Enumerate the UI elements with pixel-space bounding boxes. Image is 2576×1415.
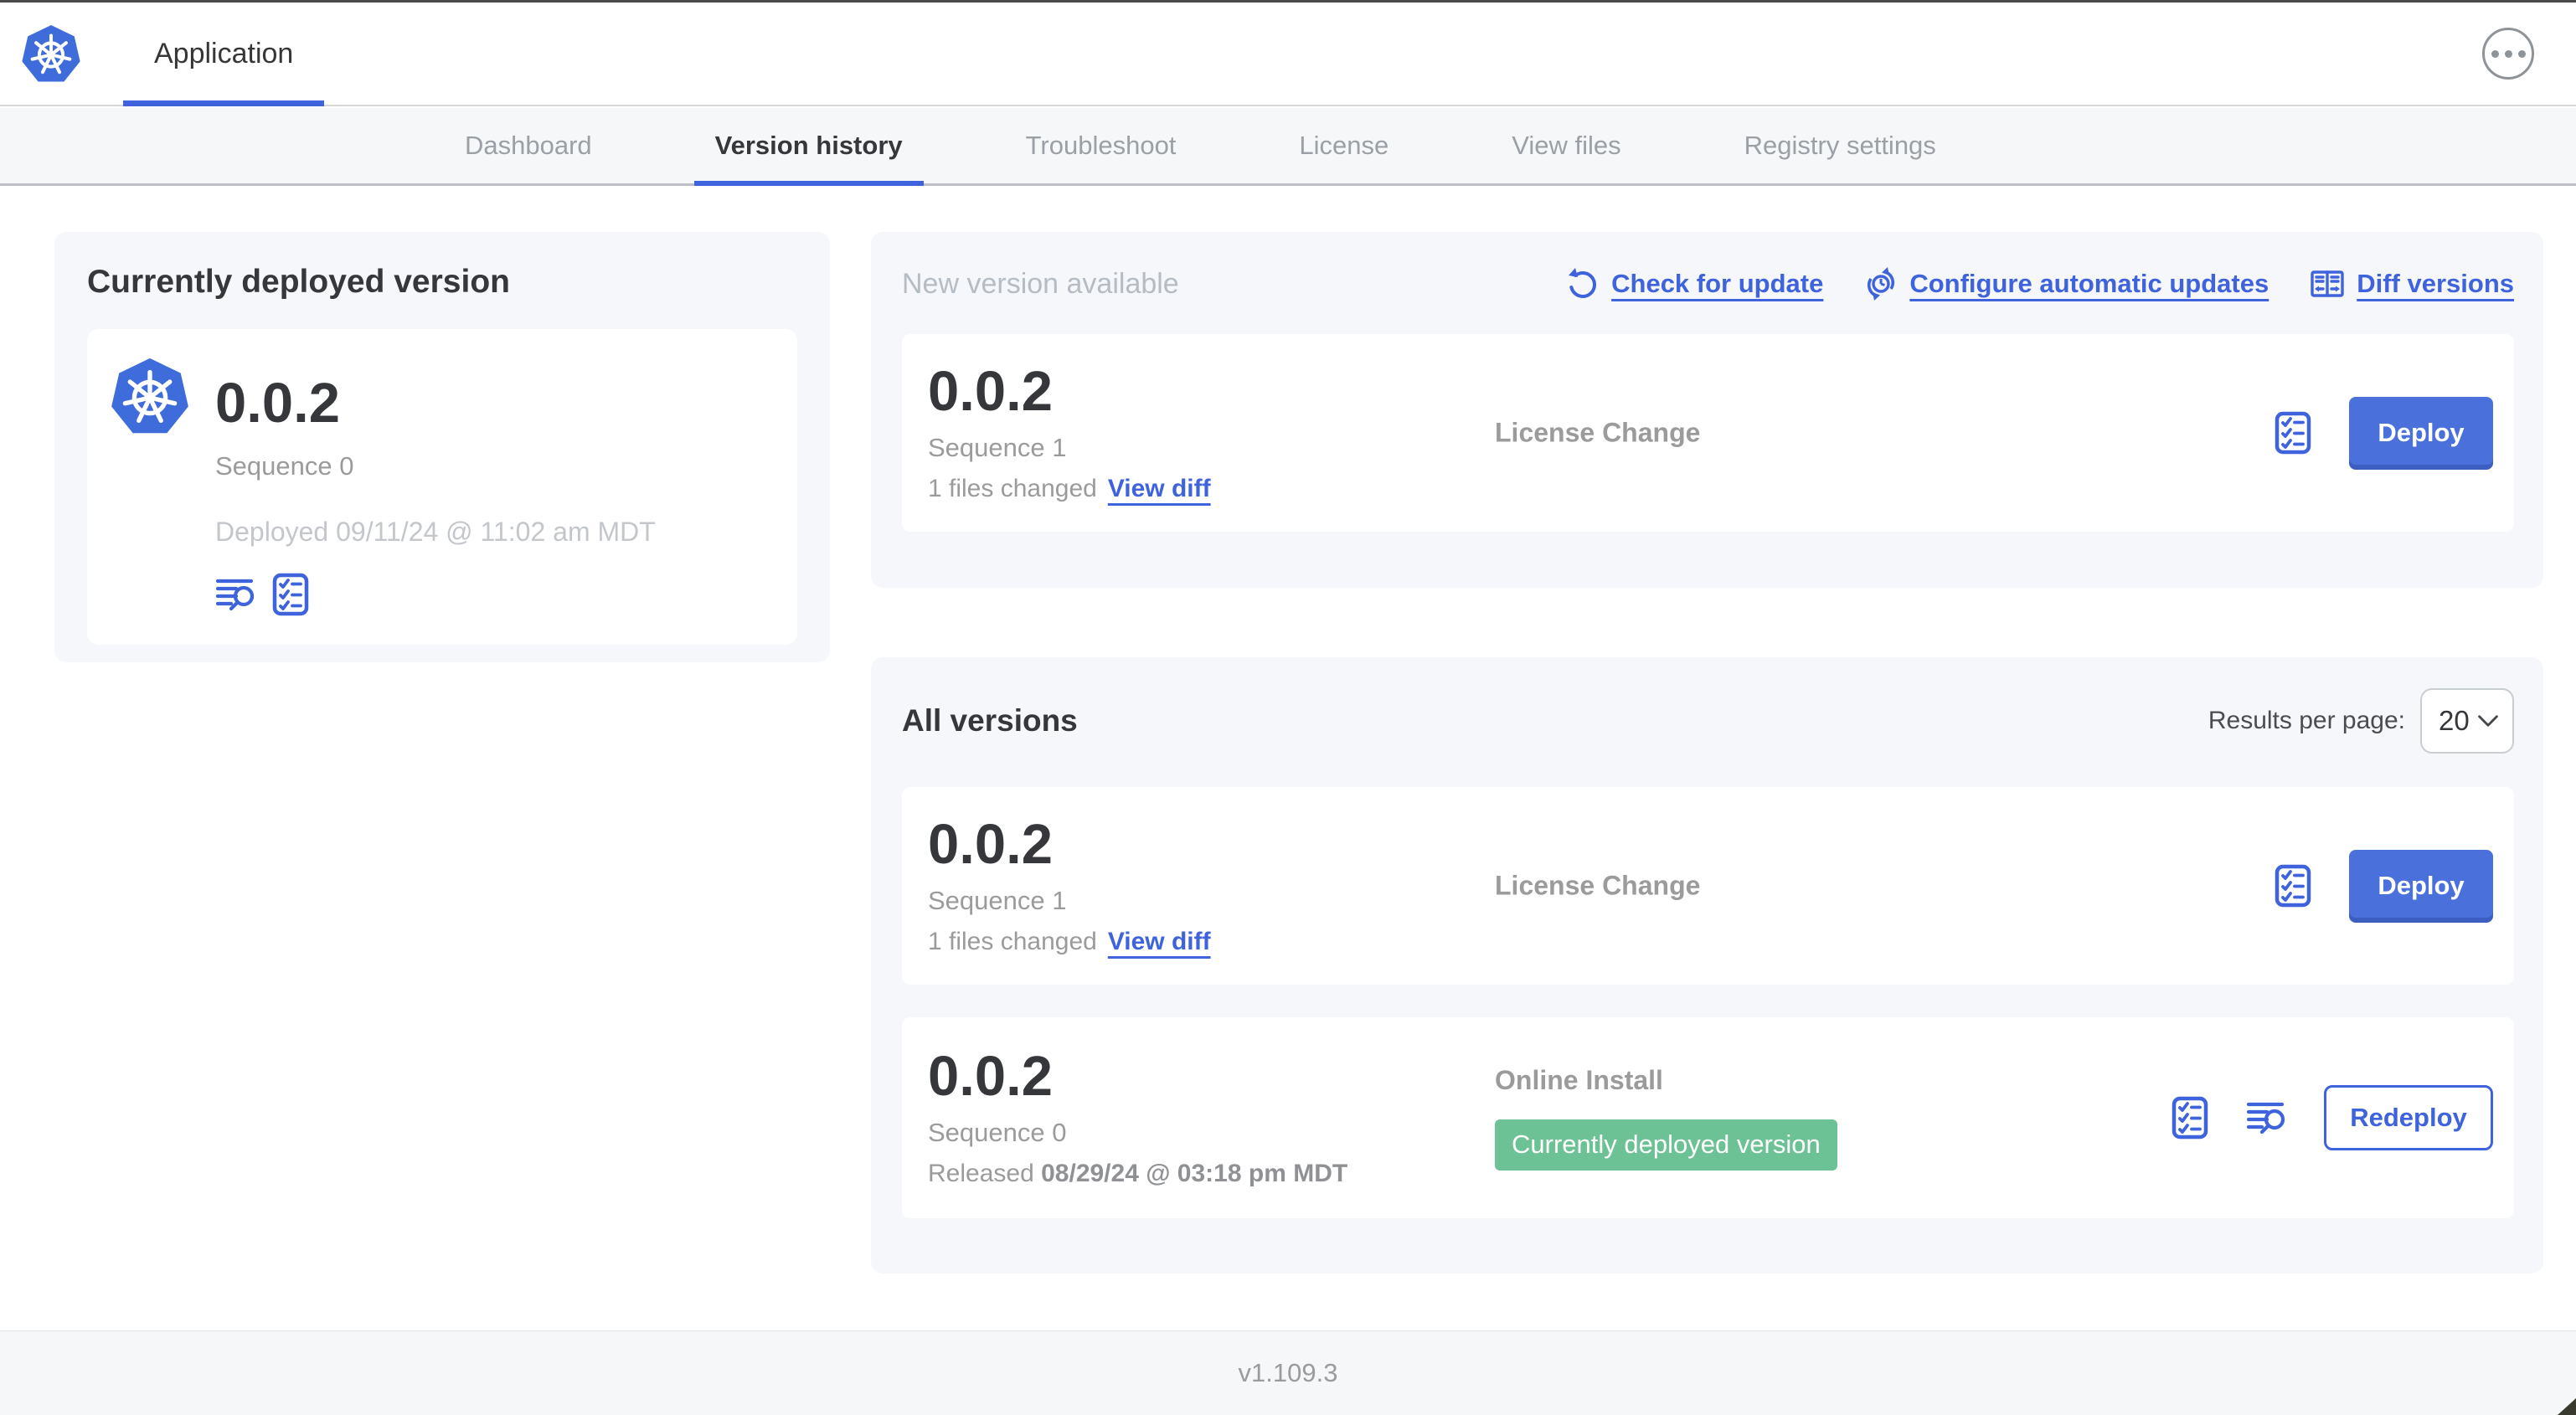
view-diff-link[interactable]: View diff bbox=[1108, 928, 1211, 956]
console-version: v1.109.3 bbox=[1238, 1358, 1338, 1387]
tab-view-files[interactable]: View files bbox=[1491, 108, 1641, 183]
version-number: 0.0.2 bbox=[928, 1044, 1054, 1108]
version-sequence: Sequence 0 bbox=[928, 1117, 1067, 1147]
kubernetes-app-icon bbox=[109, 355, 191, 619]
tab-troubleshoot[interactable]: Troubleshoot bbox=[1005, 108, 1198, 183]
version-number: 0.0.2 bbox=[928, 812, 1054, 876]
view-logs-icon[interactable] bbox=[2246, 1100, 2286, 1135]
app-tab-label: Application bbox=[154, 37, 294, 69]
new-version-section: New version available Check for update C… bbox=[871, 232, 2543, 588]
deployed-panel-title: Currently deployed version bbox=[87, 264, 510, 300]
results-per-page-select[interactable]: 20 bbox=[2420, 688, 2514, 754]
files-changed-text: 1 files changed bbox=[928, 927, 1097, 955]
chevron-down-icon bbox=[2478, 715, 2498, 727]
diff-versions-link[interactable]: Diff versions bbox=[2309, 266, 2514, 301]
preflight-checklist-icon[interactable] bbox=[2172, 1096, 2208, 1140]
tab-version-history[interactable]: Version history bbox=[693, 108, 924, 186]
app-tab-application[interactable]: Application bbox=[123, 3, 325, 106]
tab-registry-settings[interactable]: Registry settings bbox=[1723, 108, 1957, 183]
all-versions-title: All versions bbox=[902, 703, 1078, 738]
files-changed-text: 1 files changed bbox=[928, 474, 1097, 502]
app-header: Application bbox=[0, 3, 2576, 106]
currently-deployed-panel: Currently deployed version 0.0.2 Sequenc… bbox=[54, 232, 830, 662]
app-footer: v1.109.3 bbox=[0, 1330, 2576, 1415]
version-row: 0.0.2 Sequence 0 Released 08/29/24 @ 03:… bbox=[902, 1017, 2514, 1218]
preflight-checklist-icon[interactable] bbox=[2275, 864, 2311, 908]
app-subnav: Dashboard Version history Troubleshoot L… bbox=[0, 108, 2576, 186]
new-version-card: 0.0.2 Sequence 1 1 files changed View di… bbox=[902, 334, 2514, 532]
deployed-version-card: 0.0.2 Sequence 0 Deployed 09/11/24 @ 11:… bbox=[87, 329, 797, 645]
deployed-version-number: 0.0.2 bbox=[215, 372, 341, 435]
currently-deployed-badge: Currently deployed version bbox=[1495, 1119, 1837, 1171]
preflight-checklist-icon[interactable] bbox=[272, 573, 309, 616]
deploy-button[interactable]: Deploy bbox=[2349, 396, 2493, 470]
deploy-button[interactable]: Deploy bbox=[2349, 849, 2493, 923]
cursor-artifact bbox=[2558, 1398, 2576, 1415]
version-sequence: Sequence 1 bbox=[928, 885, 1067, 915]
version-source: Online Install bbox=[1495, 1065, 1663, 1095]
tab-dashboard[interactable]: Dashboard bbox=[444, 108, 613, 183]
refresh-icon bbox=[1565, 266, 1601, 301]
results-per-page-label: Results per page: bbox=[2208, 707, 2405, 734]
kubernetes-logo-icon bbox=[20, 23, 82, 85]
configure-automatic-updates-link[interactable]: Configure automatic updates bbox=[1863, 266, 2269, 301]
new-version-title: New version available bbox=[902, 267, 1179, 300]
diff-icon bbox=[2311, 270, 2344, 297]
ellipsis-icon bbox=[2491, 49, 2499, 58]
all-versions-section: All versions Results per page: 20 0.0.2 … bbox=[871, 657, 2543, 1274]
more-options-button[interactable] bbox=[2482, 28, 2534, 80]
version-row: 0.0.2 Sequence 1 1 files changed View di… bbox=[902, 787, 2514, 985]
check-for-update-link[interactable]: Check for update bbox=[1565, 266, 1823, 301]
version-source: License Change bbox=[1495, 417, 1701, 448]
version-source: License Change bbox=[1495, 870, 1701, 901]
tab-license[interactable]: License bbox=[1278, 108, 1409, 183]
deployed-sequence: Sequence 0 bbox=[215, 451, 354, 481]
version-number: 0.0.2 bbox=[928, 359, 1054, 423]
clock-refresh-icon bbox=[1868, 266, 1895, 301]
view-logs-icon[interactable] bbox=[215, 577, 255, 612]
version-sequence: Sequence 1 bbox=[928, 432, 1067, 462]
redeploy-button[interactable]: Redeploy bbox=[2324, 1085, 2493, 1150]
preflight-checklist-icon[interactable] bbox=[2275, 411, 2311, 455]
deployed-timestamp: Deployed 09/11/24 @ 11:02 am MDT bbox=[215, 517, 656, 547]
released-timestamp: Released 08/29/24 @ 03:18 pm MDT bbox=[928, 1159, 1348, 1187]
view-diff-link[interactable]: View diff bbox=[1108, 475, 1211, 503]
